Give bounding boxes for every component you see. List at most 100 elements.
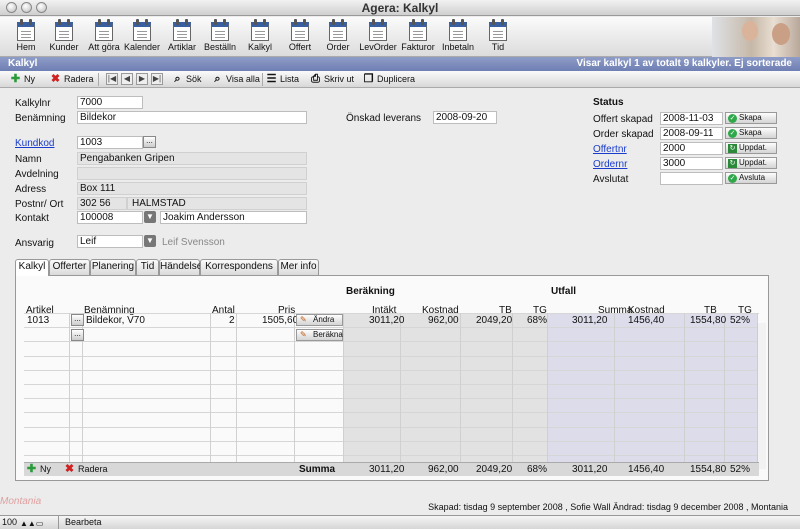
list-icon: ☰ bbox=[266, 73, 277, 85]
check-icon: ✓ bbox=[728, 129, 737, 138]
show-all-label: Visa alla bbox=[226, 74, 260, 84]
title-bar: Agera: Kalkyl bbox=[0, 0, 800, 16]
row-delete-button[interactable]: ✖ Radera bbox=[64, 463, 108, 476]
offert-skapad-field[interactable]: 2008-11-03 bbox=[660, 112, 723, 125]
onskad-leverans-label: Önskad leverans bbox=[346, 113, 422, 124]
avsluta-button[interactable]: ✓ Avsluta bbox=[725, 172, 777, 184]
benamning-field[interactable]: Bildekor bbox=[77, 111, 307, 124]
toolbar-tid-button[interactable]: Tid bbox=[480, 19, 516, 56]
ordernr-field[interactable]: 3000 bbox=[660, 157, 723, 170]
skapa-offert-button[interactable]: ✓ Skapa bbox=[725, 112, 777, 124]
uppdat-offert-button[interactable]: ↻ Uppdat. bbox=[725, 142, 777, 154]
sum-tg: 68% bbox=[527, 464, 548, 475]
row1-tb: 2049,20 bbox=[476, 315, 513, 326]
uppdat-order-button[interactable]: ↻ Uppdat. bbox=[725, 157, 777, 169]
adress-label: Adress bbox=[15, 184, 47, 195]
kundkod-lookup-button[interactable]: ... bbox=[143, 136, 156, 148]
kundkod-field[interactable]: 1003 bbox=[77, 136, 143, 149]
row2-artikel-lookup-button[interactable]: ... bbox=[71, 329, 84, 341]
sum-summa: 3011,20 bbox=[572, 464, 608, 475]
sum-tb: 2049,20 bbox=[476, 464, 513, 475]
tab-planering[interactable]: Planering bbox=[90, 259, 136, 275]
row-new-label: Ny bbox=[40, 464, 51, 474]
first-record-icon[interactable]: |◀ bbox=[106, 73, 118, 85]
duplicate-icon: ❐ bbox=[363, 73, 374, 85]
tab-kalkyl[interactable]: Kalkyl bbox=[15, 259, 49, 276]
tab-h-ndelser[interactable]: Händelser bbox=[159, 259, 206, 275]
namn-field: Pengabanken Gripen bbox=[77, 152, 307, 165]
avdelning-label: Avdelning bbox=[15, 169, 59, 180]
last-record-icon[interactable]: ▶| bbox=[151, 73, 163, 85]
pencil-icon: ✎ bbox=[300, 330, 307, 339]
search-all-icon: ⌕ bbox=[214, 73, 221, 85]
toolbar-tid-label: Tid bbox=[491, 42, 505, 52]
search-button[interactable]: ⌕ Sök bbox=[172, 73, 202, 86]
row1-kostnad: 962,00 bbox=[428, 315, 459, 326]
delete-label: Radera bbox=[64, 74, 94, 84]
zoom-level[interactable]: 100 bbox=[2, 517, 17, 527]
tab-mer-info[interactable]: Mer info bbox=[278, 259, 319, 275]
order-skapad-field[interactable]: 2008-09-11 bbox=[660, 127, 723, 140]
mode-indicator: Bearbeta bbox=[58, 516, 102, 529]
row1-andra-button[interactable]: ✎ Ändra bbox=[296, 314, 343, 326]
row1-antal[interactable]: 2 bbox=[229, 315, 235, 326]
search-icon: ⌕ bbox=[174, 73, 181, 85]
row1-utfall-kostnad: 1456,40 bbox=[628, 315, 665, 326]
main-toolbar: Hem Kunder Att göra Kalender Artiklar Beställ… bbox=[0, 17, 800, 57]
ordernr-link[interactable]: Ordernr bbox=[593, 159, 627, 170]
calendar-icon bbox=[94, 19, 114, 41]
tab-tid[interactable]: Tid bbox=[136, 259, 159, 275]
avsluta-label: Avsluta bbox=[739, 173, 766, 182]
audit-footer: Skapad: tisdag 9 september 2008 , Sofie … bbox=[0, 500, 800, 512]
onskad-leverans-field[interactable]: 2008-09-20 bbox=[433, 111, 497, 124]
ansvarig-field[interactable]: Leif bbox=[77, 235, 143, 248]
grid-scrollbar[interactable] bbox=[757, 323, 766, 469]
sum-utfall-tb: 1554,80 bbox=[690, 464, 727, 475]
next-record-icon[interactable]: ▶ bbox=[136, 73, 148, 85]
delete-icon: ✖ bbox=[50, 73, 61, 85]
avslutat-field[interactable] bbox=[660, 172, 723, 185]
plus-icon: ✚ bbox=[26, 463, 37, 475]
section-header: Kalkyl Visar kalkyl 1 av totalt 9 kalkyl… bbox=[0, 57, 800, 71]
calendar-icon bbox=[250, 19, 270, 41]
andra-label: Ändra bbox=[313, 315, 335, 324]
search-label: Sök bbox=[186, 74, 202, 84]
row1-artikel[interactable]: 1013 bbox=[27, 315, 49, 326]
tab-korrespondens[interactable]: Korrespondens bbox=[200, 259, 278, 275]
skapa-order-button[interactable]: ✓ Skapa bbox=[725, 127, 777, 139]
row1-utfall-tg: 52% bbox=[730, 315, 751, 326]
zoom-controls-icon[interactable]: ▲▲▭ bbox=[20, 519, 43, 528]
header-photo bbox=[712, 17, 800, 57]
row1-pris[interactable]: 1505,60 bbox=[262, 315, 298, 326]
uppdat-order-label: Uppdat. bbox=[739, 158, 768, 167]
tab-offerter[interactable]: Offerter bbox=[49, 259, 90, 275]
new-button[interactable]: ✚ Ny bbox=[10, 73, 35, 86]
row1-benamning[interactable]: Bildekor, V70 bbox=[86, 315, 145, 326]
status-title: Status bbox=[593, 97, 624, 108]
row2-berakna-button[interactable]: ✎ Beräkna bbox=[296, 329, 343, 341]
show-all-button[interactable]: ⌕ Visa alla bbox=[212, 73, 260, 86]
kontakt-dropdown-icon[interactable]: ▼ bbox=[144, 211, 156, 223]
delete-button[interactable]: ✖ Radera bbox=[50, 73, 94, 86]
print-button[interactable]: ⎙ Skriv ut bbox=[310, 73, 354, 86]
offertnr-field[interactable]: 2000 bbox=[660, 142, 723, 155]
utfall-group-header: Utfall bbox=[551, 286, 576, 297]
prev-record-icon[interactable]: ◀ bbox=[121, 73, 133, 85]
refresh-icon: ↻ bbox=[728, 144, 737, 153]
duplicate-button[interactable]: ❐ Duplicera bbox=[363, 73, 415, 86]
row-new-button[interactable]: ✚ Ny bbox=[26, 463, 51, 476]
list-button[interactable]: ☰ Lista bbox=[266, 73, 299, 86]
skapa-order-label: Skapa bbox=[739, 128, 762, 137]
uppdat-offert-label: Uppdat. bbox=[739, 143, 768, 152]
offertnr-link[interactable]: Offertnr bbox=[593, 144, 627, 155]
kalkyl-grid: Beräkning Utfall Artikel Benämning Antal… bbox=[24, 284, 766, 479]
kontakt-field[interactable]: 100008 bbox=[77, 211, 143, 224]
duplicate-label: Duplicera bbox=[377, 74, 416, 84]
row1-artikel-lookup-button[interactable]: ... bbox=[71, 314, 84, 326]
calendar-icon bbox=[448, 19, 468, 41]
calendar-icon bbox=[488, 19, 508, 41]
ansvarig-dropdown-icon[interactable]: ▼ bbox=[144, 235, 156, 247]
row1-tg: 68% bbox=[527, 315, 548, 326]
kalkylnr-field[interactable]: 7000 bbox=[77, 96, 143, 109]
kundkod-link[interactable]: Kundkod bbox=[15, 138, 54, 149]
